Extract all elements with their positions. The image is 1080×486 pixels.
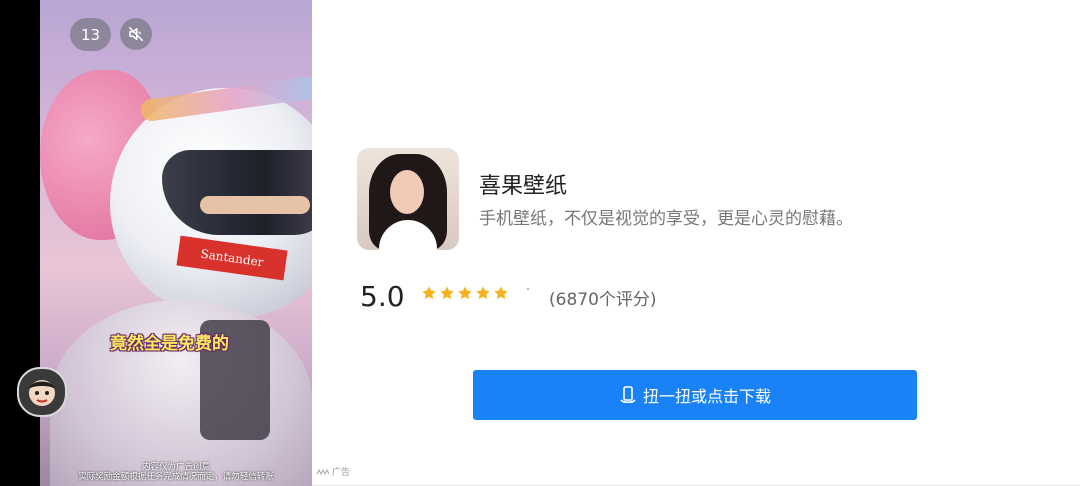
rating-count: (6870个评分) [549,290,657,310]
helmet-visor [162,150,312,235]
wave-icon [316,468,330,475]
icon-face [390,170,424,214]
character-eyes [200,196,310,214]
cartoon-face-icon [29,380,55,406]
rating-value: 5.0 [360,280,405,313]
download-button[interactable]: 扭一扭或点击下载 [473,370,917,420]
separator-dot [527,288,529,290]
phone-shake-icon [620,386,636,404]
app-name: 喜果壁纸 [479,174,568,199]
star-icon [476,286,490,300]
floating-avatar-button[interactable] [17,367,67,417]
countdown-badge: 13 [70,18,111,51]
disclaimer-line-2: 实际奖励金额根据任务完成情况而定，请勿轻信转账 [78,472,274,482]
star-icon [440,286,454,300]
ad-label-text: 广告 [332,468,351,478]
mute-button[interactable] [120,18,152,50]
rating-stars [421,285,509,301]
character-body [50,300,312,486]
ad-label: 广告 [316,465,350,478]
video-caption: 竟然全是免费的 [110,334,229,354]
disclaimer-line-1: 内容仅为广告创意 [141,462,210,472]
ad-video[interactable]: Santander [40,0,312,486]
download-button-label: 扭一扭或点击下载 [642,389,771,406]
app-icon[interactable] [357,148,459,250]
star-icon [458,286,472,300]
app-description: 手机壁纸，不仅是视觉的享受，更是心灵的慰藉。 [479,209,853,229]
video-disclaimer: 内容仅为广告创意 实际奖励金额根据任务完成情况而定，请勿轻信转账 [44,462,308,482]
star-icon [422,286,436,300]
speaker-muted-icon [128,26,144,42]
star-icon [494,286,508,300]
